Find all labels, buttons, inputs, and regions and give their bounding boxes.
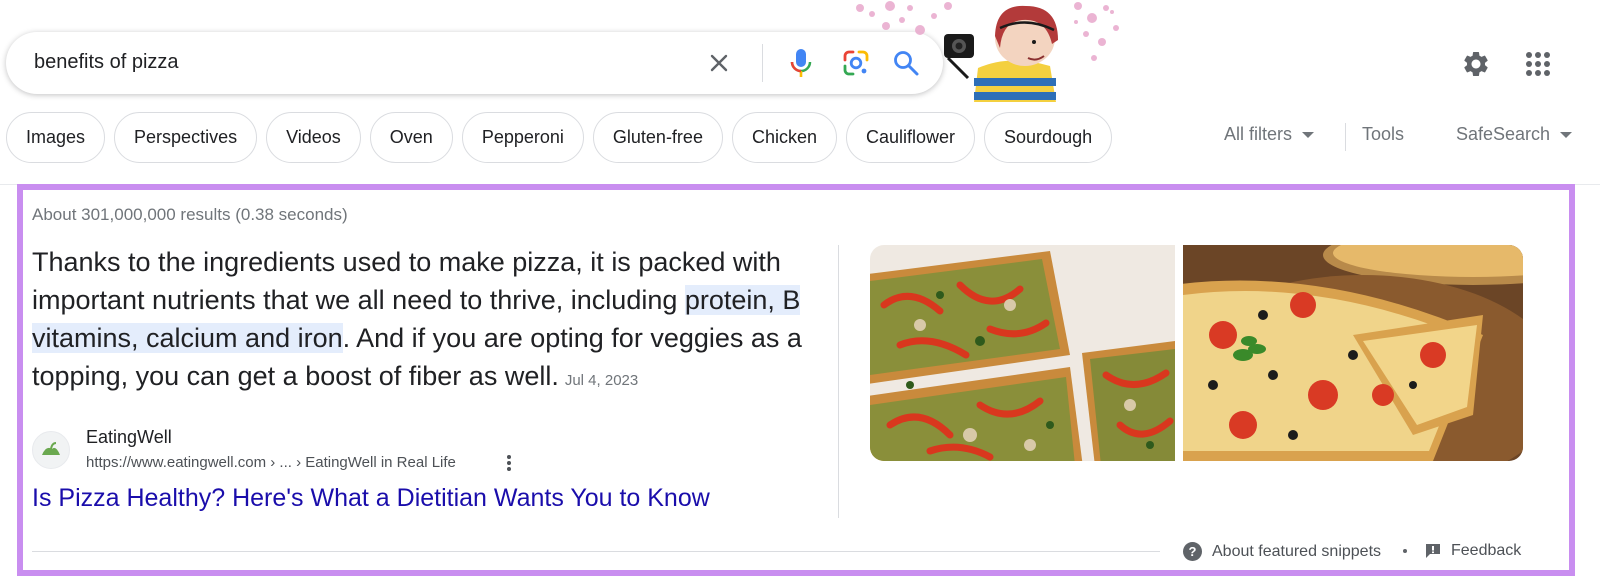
settings-gear-icon[interactable] (1456, 44, 1496, 84)
chip-images[interactable]: Images (6, 112, 106, 163)
chip-perspectives[interactable]: Perspectives (114, 112, 258, 163)
safesearch-label: SafeSearch (1456, 124, 1551, 144)
pizza-image-right[interactable] (1183, 245, 1523, 461)
result-title-link[interactable]: Is Pizza Healthy? Here's What a Dietitia… (32, 484, 710, 513)
filter-chips: Images Perspectives Videos Oven Pepperon… (6, 112, 1113, 163)
site-url[interactable]: https://www.eatingwell.com › ... › Eatin… (86, 454, 456, 471)
chip-oven[interactable]: Oven (369, 112, 453, 163)
doodle-illustration[interactable] (850, 0, 1140, 102)
all-filters-dropdown[interactable]: All filters (1224, 124, 1315, 145)
clear-icon[interactable] (702, 46, 736, 80)
snippet-text-start: Thanks to the ingredients used to make p… (32, 247, 781, 315)
chip-cauliflower[interactable]: Cauliflower (845, 112, 976, 163)
snippet-footer-divider (32, 551, 1160, 552)
help-icon: ? (1183, 542, 1202, 561)
all-filters-label: All filters (1224, 124, 1293, 144)
site-name[interactable]: EatingWell (86, 427, 172, 448)
tools-label: Tools (1362, 124, 1405, 144)
microphone-icon[interactable] (784, 46, 818, 80)
chevron-down-icon (1302, 131, 1315, 138)
site-favicon[interactable] (32, 431, 70, 469)
chevron-down-icon (1560, 131, 1573, 138)
snippet-date: Jul 4, 2023 (564, 372, 639, 389)
pizza-image-left[interactable] (870, 245, 1175, 461)
safesearch-dropdown[interactable]: SafeSearch (1456, 124, 1573, 145)
footer-separator (1403, 549, 1407, 553)
chip-gluten-free[interactable]: Gluten-free (592, 112, 723, 163)
more-vert-icon[interactable] (502, 452, 516, 474)
tools-button[interactable]: Tools (1362, 124, 1404, 145)
feedback-icon (1426, 544, 1440, 558)
search-bar-divider (762, 44, 763, 82)
apps-grid-icon[interactable] (1518, 44, 1558, 84)
chip-videos[interactable]: Videos (266, 112, 361, 163)
about-featured-snippets-link[interactable]: ? About featured snippets (1183, 542, 1381, 561)
result-stats: About 301,000,000 results (0.38 seconds) (32, 205, 348, 224)
feedback-label: Feedback (1451, 542, 1522, 559)
search-input[interactable]: benefits of pizza (34, 51, 179, 74)
filter-divider (1345, 123, 1346, 151)
snippet-vertical-divider (838, 245, 839, 518)
snippet-text: Thanks to the ingredients used to make p… (32, 243, 822, 400)
search-bar[interactable]: benefits of pizza (6, 32, 943, 94)
feedback-link[interactable]: Feedback (1425, 542, 1521, 560)
about-featured-snippets-label: About featured snippets (1212, 542, 1382, 560)
chip-pepperoni[interactable]: Pepperoni (461, 112, 584, 163)
chip-sourdough[interactable]: Sourdough (984, 112, 1113, 163)
chip-chicken[interactable]: Chicken (731, 112, 837, 163)
